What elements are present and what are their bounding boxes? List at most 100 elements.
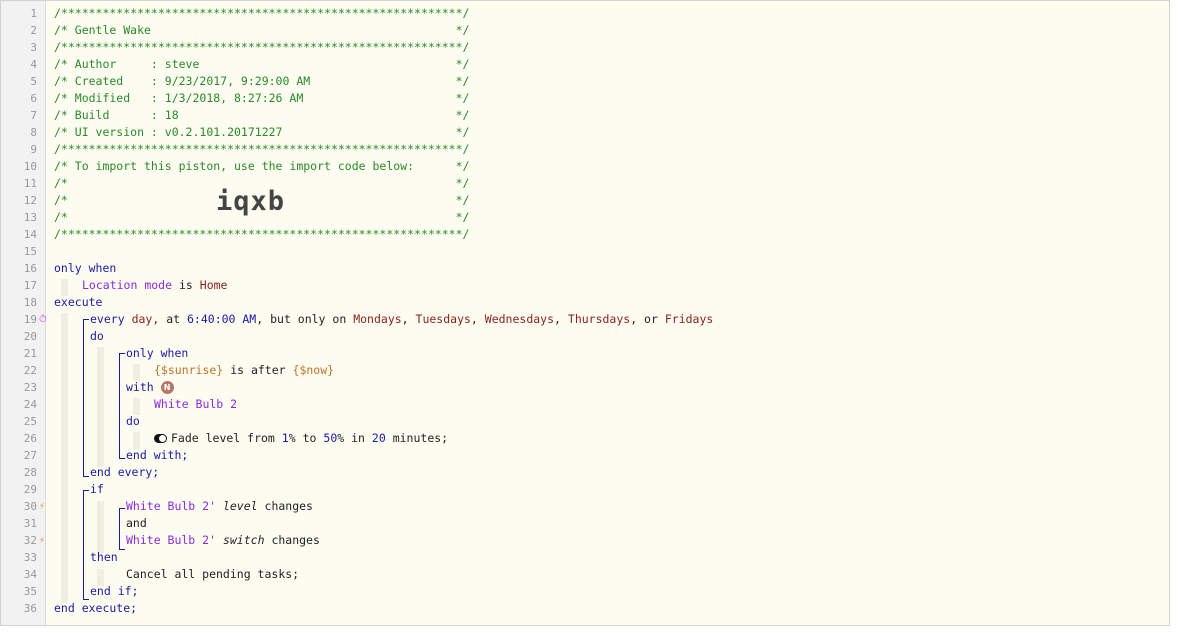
piston-code-editor: 1 /**************************************…: [0, 0, 1170, 626]
keyword-end-execute[interactable]: end execute;: [54, 601, 137, 615]
code-line: 20 do: [1, 328, 1169, 345]
comment-text: /***************************************…: [54, 142, 470, 156]
keyword-or: , or: [630, 312, 658, 326]
code-line: 16 only when: [1, 260, 1169, 277]
keyword-then[interactable]: then: [90, 550, 118, 564]
line-number: 36: [23, 602, 37, 615]
now-expression[interactable]: {$now}: [293, 363, 335, 377]
code-line: 29 if: [1, 481, 1169, 498]
code-line: 25 do: [1, 413, 1169, 430]
line-number: 14: [23, 228, 37, 241]
code-line: 22 {$sunrise} is after {$now}: [1, 362, 1169, 379]
keyword-do[interactable]: do: [126, 414, 140, 428]
logical-operator-and[interactable]: and: [126, 516, 147, 530]
line-number: 9: [30, 143, 37, 156]
toggle-icon: [154, 434, 167, 443]
mode-value[interactable]: Home: [200, 278, 228, 292]
day-friday[interactable]: Fridays: [665, 312, 713, 326]
comment-build: /* Build : 18 */: [54, 108, 470, 122]
attribute-switch[interactable]: switch: [223, 533, 265, 547]
line-number: 16: [23, 262, 37, 275]
line-number: 11: [23, 177, 37, 190]
keyword-to: to: [302, 431, 317, 445]
keyword-execute[interactable]: execute: [54, 295, 102, 309]
comment-author: /* Author : steve */: [54, 57, 470, 71]
line-number: 28: [23, 466, 37, 479]
code-line: 23 with N: [1, 379, 1169, 396]
task-cancel-pending[interactable]: Cancel all pending tasks;: [126, 567, 299, 581]
line-number: 25: [23, 415, 37, 428]
comparison-operator[interactable]: is after: [230, 363, 285, 377]
line-number: 30: [23, 500, 37, 513]
line-number: 5: [30, 75, 37, 88]
keyword-only-when[interactable]: only when: [54, 261, 116, 275]
code-line: 26 Fade level from 1% to 50% in 20 minute…: [1, 430, 1169, 447]
timer-interval[interactable]: day,: [132, 312, 160, 326]
timer-time[interactable]: 6:40:00 AM: [187, 312, 256, 326]
keyword-only-when[interactable]: only when: [126, 346, 188, 360]
code-line: 32 ⚡ White Bulb 2' switch changes: [1, 532, 1169, 549]
code-line: 21 only when: [1, 345, 1169, 362]
line-number: 6: [30, 92, 37, 105]
code-line: 17 Location mode is Home: [1, 277, 1169, 294]
code-line: 24 White Bulb 2: [1, 396, 1169, 413]
fade-end-value[interactable]: 50: [323, 431, 337, 445]
keyword-in: in: [351, 431, 365, 445]
line-number: 21: [23, 347, 37, 360]
line-number: 22: [23, 364, 37, 377]
line-number: 31: [23, 517, 37, 530]
trigger-operator[interactable]: changes: [265, 499, 313, 513]
day-monday[interactable]: Mondays: [353, 312, 401, 326]
keyword-every[interactable]: every: [90, 312, 125, 326]
comment-created: /* Created : 9/23/2017, 9:29:00 AM */: [54, 74, 470, 88]
line-number: 4: [30, 58, 37, 71]
day-thursday[interactable]: Thursdays: [568, 312, 630, 326]
keyword-with[interactable]: with: [126, 380, 154, 394]
code-line: 36 end execute;: [1, 600, 1169, 617]
task-mode-badge[interactable]: N: [160, 381, 174, 394]
line-number: 23: [23, 381, 37, 394]
code-line: 2 /* Gentle Wake */: [1, 22, 1169, 39]
code-line: 5 /* Created : 9/23/2017, 9:29:00 AM */: [1, 73, 1169, 90]
line-number: 32: [23, 534, 37, 547]
line-number: 2: [30, 24, 37, 37]
location-device[interactable]: Location: [82, 278, 137, 292]
keyword-end-every[interactable]: end every;: [90, 465, 159, 479]
line-number: 19: [23, 313, 37, 326]
comparison-operator[interactable]: is: [179, 278, 193, 292]
import-code[interactable]: iqxb: [216, 186, 285, 218]
keyword-if[interactable]: if: [90, 482, 104, 496]
task-fade-level[interactable]: Fade level from: [171, 431, 275, 445]
line-number: 12: [23, 194, 37, 207]
code-line: 7 /* Build : 18 */: [1, 107, 1169, 124]
line-number: 18: [23, 296, 37, 309]
code-line: 8 /* UI version : v0.2.101.20171227 */: [1, 124, 1169, 141]
code-line: 4 /* Author : steve */: [1, 56, 1169, 73]
attribute-level[interactable]: level: [223, 499, 258, 513]
device-name[interactable]: White Bulb 2': [126, 533, 216, 547]
day-wednesday[interactable]: Wednesdays: [485, 312, 554, 326]
keyword-end-if[interactable]: end if;: [90, 584, 138, 598]
fade-start-value[interactable]: 1: [282, 431, 289, 445]
device-name[interactable]: White Bulb 2': [126, 499, 216, 513]
comment-title: /* Gentle Wake */: [54, 23, 470, 37]
code-line: 35 end if;: [1, 583, 1169, 600]
day-tuesday[interactable]: Tuesdays: [416, 312, 471, 326]
device-name[interactable]: White Bulb 2: [154, 397, 237, 411]
location-mode-attribute[interactable]: mode: [144, 278, 172, 292]
code-line: 31 and: [1, 515, 1169, 532]
code-line: 11/* */: [1, 175, 1169, 192]
line-number: 29: [23, 483, 37, 496]
code-line: 12/* */: [1, 192, 1169, 209]
fade-duration[interactable]: 20: [372, 431, 386, 445]
line-number: 26: [23, 432, 37, 445]
line-number: 1: [30, 7, 37, 20]
keyword-end-with[interactable]: end with;: [126, 448, 188, 462]
code-lines: 1 /**************************************…: [1, 1, 1169, 625]
keyword-do[interactable]: do: [90, 329, 104, 343]
code-line: 13/* */: [1, 209, 1169, 226]
comment-modified: /* Modified : 1/3/2018, 8:27:26 AM */: [54, 91, 470, 105]
line-number: 8: [30, 126, 37, 139]
sunrise-expression[interactable]: {$sunrise}: [154, 363, 223, 377]
trigger-operator[interactable]: changes: [271, 533, 319, 547]
